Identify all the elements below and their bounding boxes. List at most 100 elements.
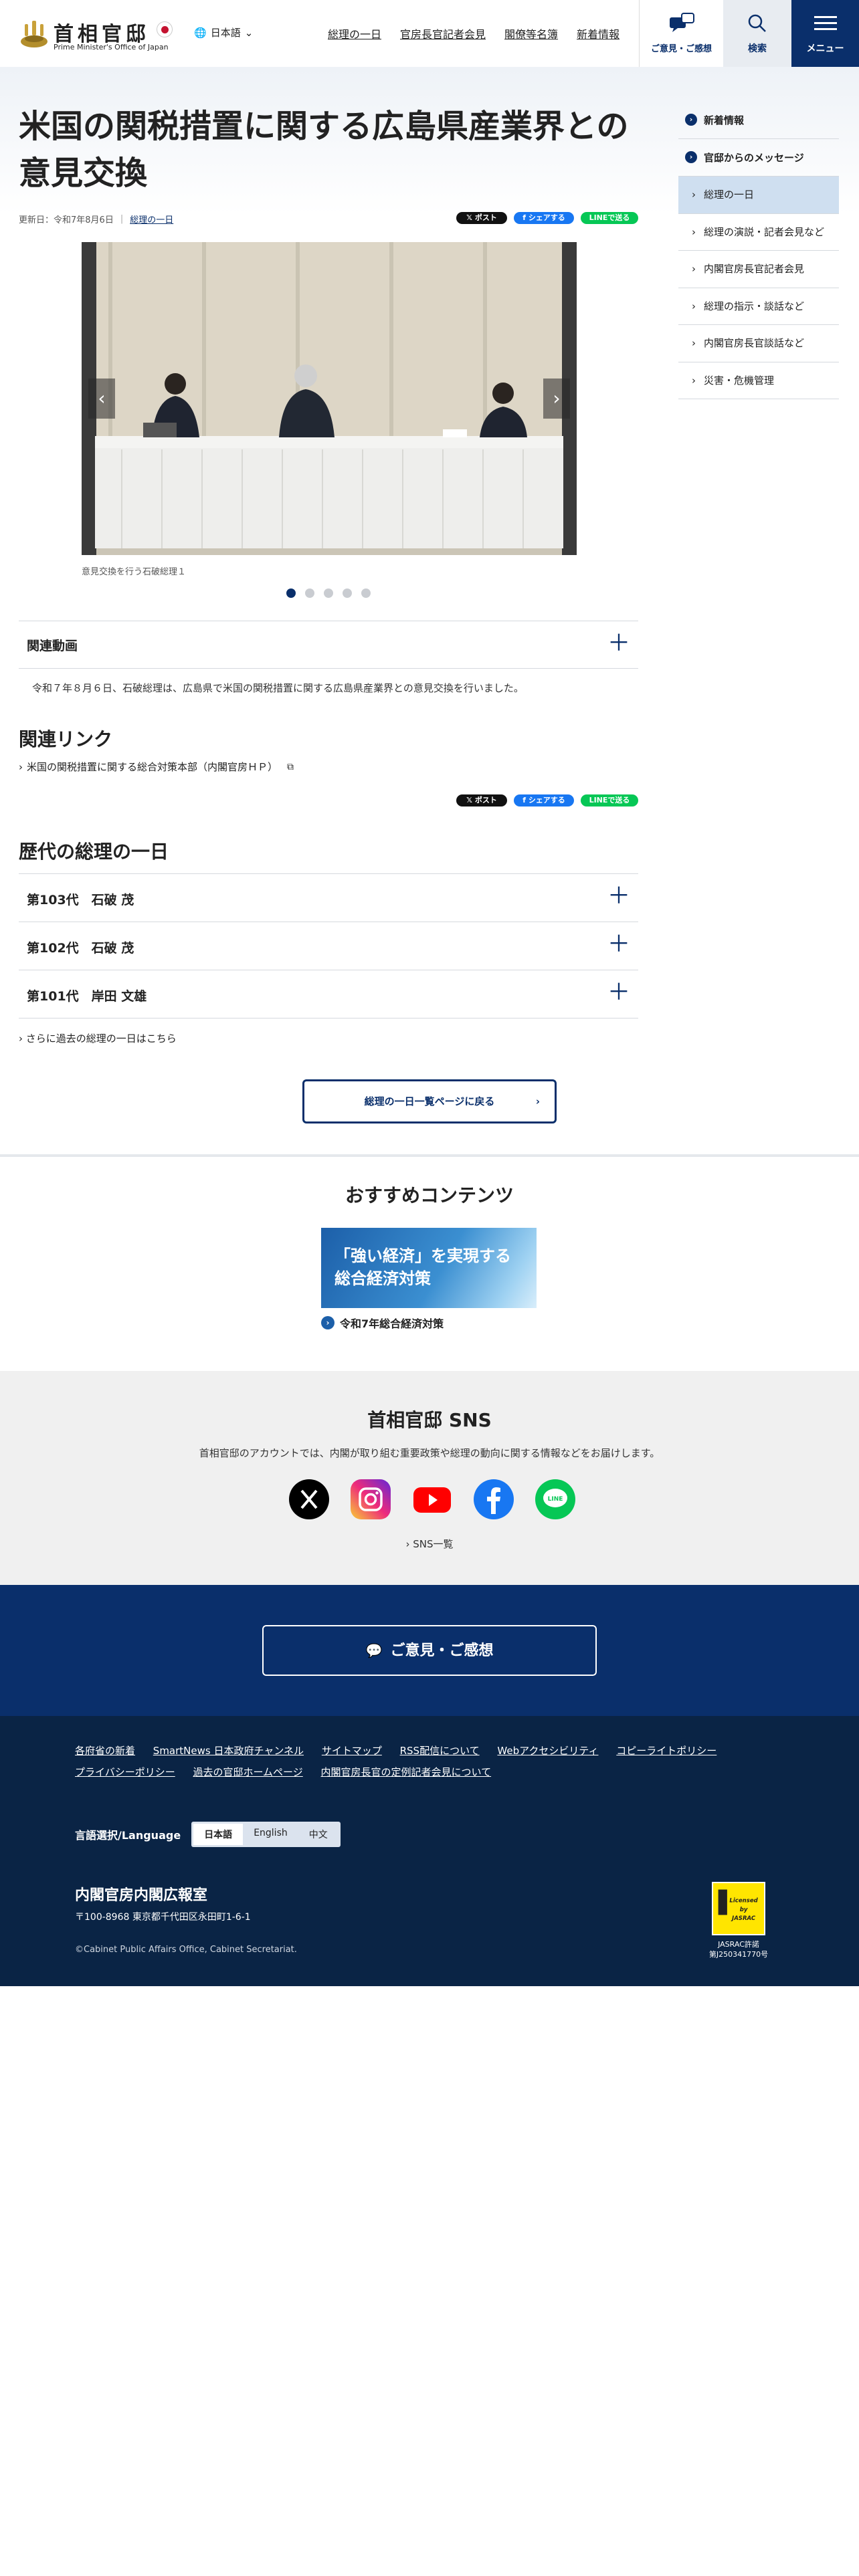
japan-flag-icon (157, 21, 173, 37)
footer-link[interactable]: Webアクセシビリティ (497, 1745, 598, 1757)
history-label: 第102代 石破 茂 (27, 941, 134, 956)
section-divider (0, 1154, 859, 1157)
nav-link-daily[interactable]: 総理の一日 (328, 25, 381, 41)
history-row-101[interactable]: 第101代 岸田 文雄 ＋ (19, 970, 638, 1018)
line-share-button[interactable]: LINEで送る (581, 212, 638, 224)
instagram-icon[interactable] (351, 1479, 391, 1519)
x-icon[interactable] (289, 1479, 329, 1519)
arrow-circle-icon: › (685, 151, 697, 163)
search-label: 検索 (748, 43, 767, 54)
site-header: 首相官邸 Prime Minister's Office of Japan 🌐 … (0, 0, 859, 67)
x-post-button[interactable]: 𝕏 ポスト (456, 794, 507, 807)
language-switcher[interactable]: 🌐 日本語 ⌄ (194, 25, 253, 39)
footer-link[interactable]: 内閣官房長官の定例記者会見について (321, 1766, 492, 1778)
sidebar-item-directives[interactable]: › 総理の指示・談話など (678, 288, 839, 325)
slider-next-button[interactable]: › (543, 379, 570, 419)
chevron-right-icon: › (692, 189, 696, 201)
nav-link-news[interactable]: 新着情報 (577, 25, 619, 41)
slider-dot-3[interactable] (324, 588, 333, 598)
recommend-link[interactable]: › 令和7年総合経済対策 (321, 1315, 444, 1331)
sns-description: 首相官邸のアカウントでは、内閣が取り組む重要政策や総理の動向に関する情報などをお… (199, 1447, 660, 1459)
history-row-102[interactable]: 第102代 石破 茂 ＋ (19, 922, 638, 970)
line-share-button[interactable]: LINEで送る (581, 794, 638, 807)
footer-link[interactable]: 過去の官邸ホームページ (193, 1766, 302, 1778)
related-link[interactable]: › 米国の関税措置に関する総合対策本部（内閣官房ＨＰ） ⧉ (19, 760, 294, 774)
chevron-right-icon: › (535, 1095, 540, 1107)
chevron-right-icon: › (19, 1033, 23, 1045)
search-button[interactable]: 検索 (723, 0, 791, 67)
opinion-button[interactable]: ご意見・ご感想 (639, 0, 723, 67)
opinion-label: ご意見・ご感想 (650, 44, 712, 54)
history-heading: 歴代の総理の一日 (19, 841, 169, 863)
more-past-link[interactable]: › さらに過去の総理の一日はこちら (19, 1031, 177, 1045)
opinion-large-label: ご意見・ご感想 (390, 1642, 494, 1659)
nav-link-cabinet-list[interactable]: 閣僚等名簿 (504, 25, 558, 41)
plus-icon: ＋ (607, 931, 630, 958)
slider-prev-button[interactable]: ‹ (88, 379, 115, 419)
back-to-list-button[interactable]: 総理の一日一覧ページに戻る › (302, 1079, 557, 1123)
footer-link[interactable]: SmartNews 日本政府チャンネル (153, 1745, 304, 1757)
sidebar-label: 内閣官房長官談話など (704, 337, 805, 349)
slider-dot-5[interactable] (361, 588, 371, 598)
chevron-left-icon: ‹ (98, 387, 106, 409)
sns-list-link[interactable]: › SNS一覧 (0, 1537, 859, 1551)
sidebar-item-messages[interactable]: › 官邸からのメッセージ (678, 139, 839, 177)
lang-option-ja[interactable]: 日本語 (193, 1824, 244, 1845)
photo-caption: 意見交換を行う石破総理１ (82, 567, 187, 577)
site-footer: 各府省の新着 SmartNews 日本政府チャンネル サイトマップ RSS配信に… (0, 1716, 859, 1986)
sns-heading: 首相官邸 SNS (367, 1409, 492, 1431)
nav-link-press-conference[interactable]: 官房長官記者会見 (400, 25, 486, 41)
footer-link[interactable]: サイトマップ (322, 1745, 382, 1757)
external-window-icon: ⧉ (287, 761, 294, 772)
chevron-right-icon: › (553, 387, 561, 409)
related-video-accordion[interactable]: 関連動画 ＋ (19, 621, 638, 669)
sidebar-item-crisis[interactable]: › 災害・危機管理 (678, 362, 839, 399)
chevron-right-icon: › (692, 374, 696, 387)
youtube-icon[interactable] (412, 1479, 452, 1519)
sidebar-label: 総理の指示・談話など (704, 300, 805, 312)
jasrac-logo: Licensed by JASRAC (712, 1882, 765, 1935)
opinion-large-button[interactable]: 💬 ご意見・ご感想 (262, 1625, 597, 1676)
lang-option-zh[interactable]: 中文 (298, 1824, 339, 1845)
footer-link[interactable]: 各府省の新着 (75, 1745, 135, 1757)
x-post-button[interactable]: 𝕏 ポスト (456, 212, 507, 224)
sidebar-item-speeches[interactable]: › 総理の演説・記者会見など (678, 214, 839, 251)
speech-bubble-icon: 💬 (365, 1642, 383, 1658)
sidebar-item-press[interactable]: › 内閣官房長官記者会見 (678, 251, 839, 288)
share-buttons-top: 𝕏 ポスト f シェアする LINEで送る (456, 212, 638, 224)
footer-link[interactable]: コピーライトポリシー (616, 1745, 717, 1757)
site-logo[interactable]: 首相官邸 Prime Minister's Office of Japan (19, 13, 174, 53)
global-nav: 総理の一日 官房長官記者会見 閣僚等名簿 新着情報 (328, 25, 619, 41)
language-label: 日本語 (210, 27, 241, 39)
plus-icon: ＋ (607, 979, 630, 1006)
photo-slider: ‹ › (82, 242, 577, 555)
recommend-banner[interactable]: 「強い経済」を実現する 総合経済対策 (321, 1228, 537, 1308)
sidebar-label: 総理の一日 (704, 189, 755, 201)
slider-dots (286, 588, 371, 598)
history-row-103[interactable]: 第103代 石破 茂 ＋ (19, 874, 638, 922)
chevron-right-icon: › (692, 225, 696, 238)
slider-dot-2[interactable] (305, 588, 314, 598)
recommend-banner-text: 「強い経済」を実現する 総合経済対策 (335, 1247, 511, 1288)
footer-link[interactable]: RSS配信について (400, 1745, 480, 1757)
line-icon[interactable]: LINE (535, 1479, 575, 1519)
svg-text:by: by (740, 1907, 748, 1913)
category-link[interactable]: 総理の一日 (130, 213, 173, 225)
lang-option-en[interactable]: English (243, 1824, 298, 1845)
sidebar-item-daily[interactable]: › 総理の一日 (678, 177, 839, 214)
footer-language-label: 言語選択/Language (75, 1829, 181, 1842)
facebook-share-button[interactable]: f シェアする (514, 212, 574, 224)
footer-link[interactable]: プライバシーポリシー (75, 1766, 175, 1778)
history-label: 第103代 石破 茂 (27, 893, 134, 907)
sidebar-label: 内閣官房長官記者会見 (704, 263, 805, 275)
footer-copyright: ©Cabinet Public Affairs Office, Cabinet … (75, 1945, 297, 1955)
sidebar-item-news[interactable]: › 新着情報 (678, 102, 839, 139)
chevron-right-icon: › (19, 760, 23, 773)
facebook-icon[interactable] (474, 1479, 514, 1519)
menu-button[interactable]: メニュー (791, 0, 859, 67)
chevron-right-icon: › (405, 1538, 413, 1550)
slider-dot-1[interactable] (286, 588, 296, 598)
sidebar-item-statements[interactable]: › 内閣官房長官談話など (678, 325, 839, 362)
facebook-share-button[interactable]: f シェアする (514, 794, 574, 807)
slider-dot-4[interactable] (343, 588, 352, 598)
